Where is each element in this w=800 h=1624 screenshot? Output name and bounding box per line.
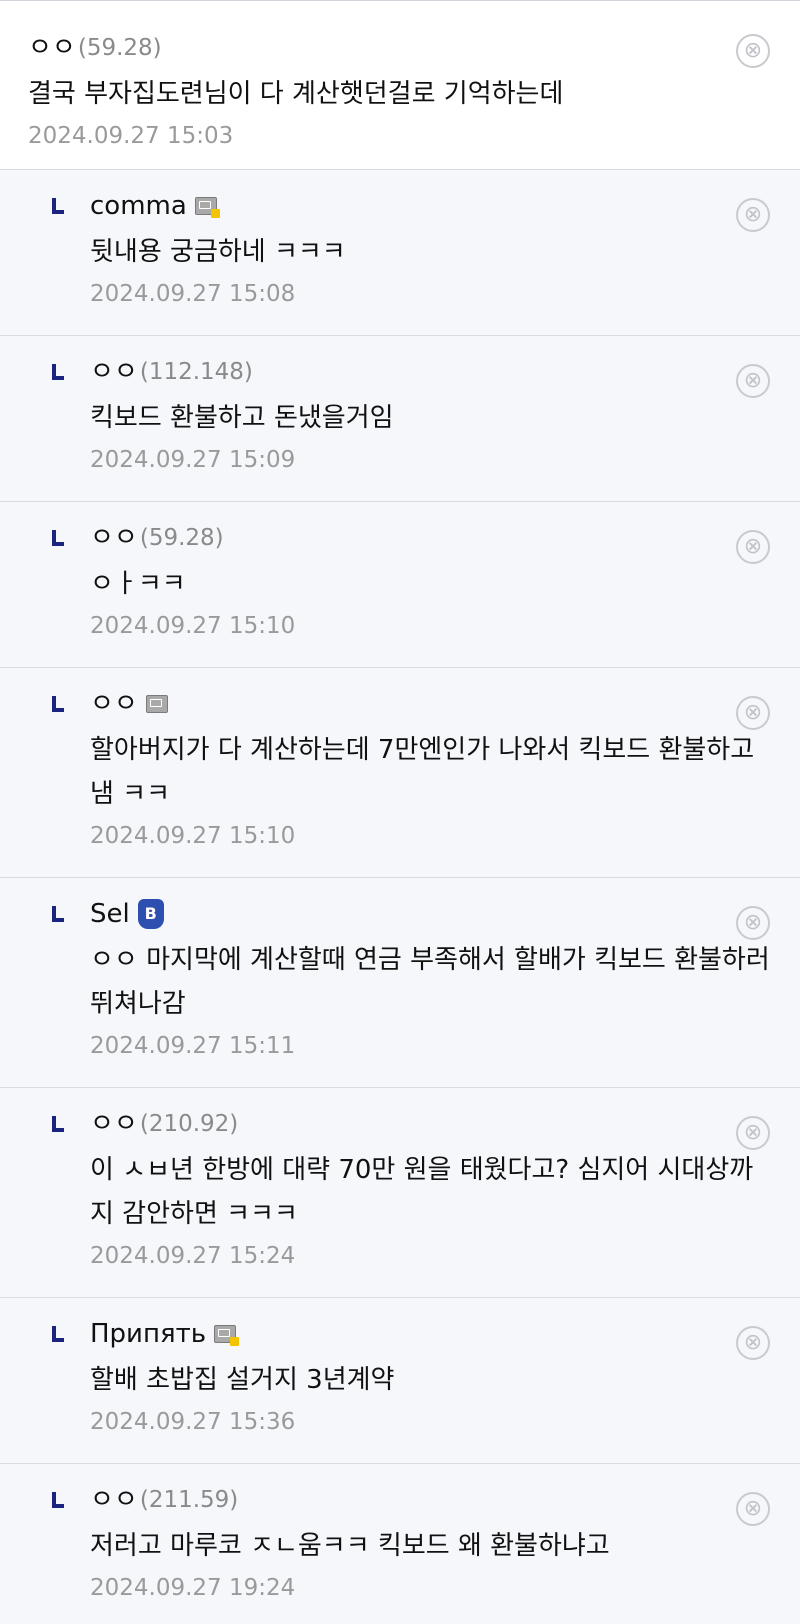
reply-arrow-icon [52,696,64,712]
comment-author: ㅇㅇ (210.92) [90,1106,800,1142]
close-circle-icon: ⊗ [743,38,763,63]
delete-comment-button[interactable]: ⊗ [736,696,770,730]
reply-arrow-icon [52,1326,64,1342]
reply-item: ㅇㅇ 할아버지가 다 계산하는데 7만엔인가 나와서 킥보드 환불하고 냄 ㅋㅋ… [0,668,800,878]
comment-item: ㅇㅇ (59.28) 결국 부자집도련님이 다 계산햇던걸로 기억하는데 202… [0,4,800,170]
comment-text: 할아버지가 다 계산하는데 7만엔인가 나와서 킥보드 환불하고 냄 ㅋㅋ [90,735,755,809]
comment-author: ㅇㅇ (211.59) [90,1482,800,1518]
author-nick[interactable]: Sel [90,896,130,932]
comment-text: 이 ㅅㅂ년 한방에 대략 70만 원을 태웠다고? 심지어 시대상까지 감안하면… [90,1155,754,1229]
close-circle-icon: ⊗ [743,368,763,393]
reply-arrow-icon [52,1116,64,1132]
author-ip: (211.59) [139,1487,239,1513]
author-nick[interactable]: ㅇㅇ [90,686,138,722]
author-nick[interactable]: Припять [90,1316,206,1352]
comment-author: comma [90,188,800,224]
reply-item: comma 뒷내용 궁금하네 ㅋㅋㅋ 2024.09.27 15:08 ⊗ [0,170,800,336]
author-nick[interactable]: ㅇㅇ [90,354,138,390]
author-nick[interactable]: ㅇㅇ [28,30,76,66]
b-badge-icon: B [137,899,164,935]
comment-date: 2024.09.27 15:36 [90,1409,296,1435]
reply-arrow-icon [52,1492,64,1508]
author-ip: (112.148) [139,359,253,385]
reply-item: Припять 할배 초밥집 설거지 3년계약 2024.09.27 15:36… [0,1298,800,1464]
close-circle-icon: ⊗ [743,1330,763,1355]
comment-author: ㅇㅇ (59.28) [28,30,800,66]
comment-author: Sel B [90,896,800,935]
fixed-nick-icon [214,1325,240,1346]
comment-author: ㅇㅇ (112.148) [90,354,800,390]
comment-author: ㅇㅇ (59.28) [90,520,800,556]
author-nick[interactable]: ㅇㅇ [90,520,138,556]
close-circle-icon: ⊗ [743,910,763,935]
reply-item: ㅇㅇ (112.148) 킥보드 환불하고 돈냈을거임 2024.09.27 1… [0,336,800,502]
author-ip: (59.28) [77,35,162,61]
comment-text: 킥보드 환불하고 돈냈을거임 [90,403,394,433]
delete-comment-button[interactable]: ⊗ [736,906,770,940]
comment-text: ㅇㅇ 마지막에 계산할때 연금 부족해서 할배가 킥보드 환불하러 뛰쳐나감 [90,945,770,1019]
comment-date: 2024.09.27 15:03 [28,123,234,149]
fixed-nick-icon [194,197,220,218]
author-nick[interactable]: ㅇㅇ [90,1106,138,1142]
comment-date: 2024.09.27 15:10 [90,613,296,639]
reply-arrow-icon [52,530,64,546]
comment-text: 뒷내용 궁금하네 ㅋㅋㅋ [90,237,346,267]
comment-date: 2024.09.27 15:24 [90,1243,296,1269]
reply-item: Sel B ㅇㅇ 마지막에 계산할때 연금 부족해서 할배가 킥보드 환불하러 … [0,878,800,1088]
comment-text: 할배 초밥집 설거지 3년계약 [90,1365,395,1395]
comment-date: 2024.09.27 19:24 [90,1575,296,1601]
close-circle-icon: ⊗ [743,700,763,725]
reply-item: ㅇㅇ (59.28) ㅇㅏㅋㅋ 2024.09.27 15:10 ⊗ [0,502,800,668]
close-circle-icon: ⊗ [743,1496,763,1521]
close-circle-icon: ⊗ [743,202,763,227]
close-circle-icon: ⊗ [743,1120,763,1145]
delete-comment-button[interactable]: ⊗ [736,1116,770,1150]
author-nick[interactable]: ㅇㅇ [90,1482,138,1518]
comment-date: 2024.09.27 15:09 [90,447,296,473]
reply-arrow-icon [52,906,64,922]
reply-item: ㅇㅇ (211.59) 저러고 마루코 ㅈㄴ움ㅋㅋ 킥보드 왜 환불하냐고 20… [0,1464,800,1624]
comment-author: Припять [90,1316,800,1352]
delete-comment-button[interactable]: ⊗ [736,530,770,564]
comment-text: ㅇㅏㅋㅋ [90,569,186,599]
comment-author: ㅇㅇ [90,686,800,722]
comment-date: 2024.09.27 15:11 [90,1033,296,1059]
reply-arrow-icon [52,198,64,214]
delete-comment-button[interactable]: ⊗ [736,1492,770,1526]
author-ip: (59.28) [139,525,224,551]
comment-date: 2024.09.27 15:10 [90,823,296,849]
delete-comment-button[interactable]: ⊗ [736,198,770,232]
comment-text: 결국 부자집도련님이 다 계산햇던걸로 기억하는데 [28,79,564,109]
semi-fixed-nick-icon [145,695,168,713]
delete-comment-button[interactable]: ⊗ [736,34,770,68]
close-circle-icon: ⊗ [743,534,763,559]
delete-comment-button[interactable]: ⊗ [736,364,770,398]
reply-arrow-icon [52,364,64,380]
delete-comment-button[interactable]: ⊗ [736,1326,770,1360]
comment-date: 2024.09.27 15:08 [90,281,296,307]
author-ip: (210.92) [139,1111,239,1137]
author-nick[interactable]: comma [90,188,187,224]
reply-item: ㅇㅇ (210.92) 이 ㅅㅂ년 한방에 대략 70만 원을 태웠다고? 심지… [0,1088,800,1298]
comment-text: 저러고 마루코 ㅈㄴ움ㅋㅋ 킥보드 왜 환불하냐고 [90,1531,610,1561]
